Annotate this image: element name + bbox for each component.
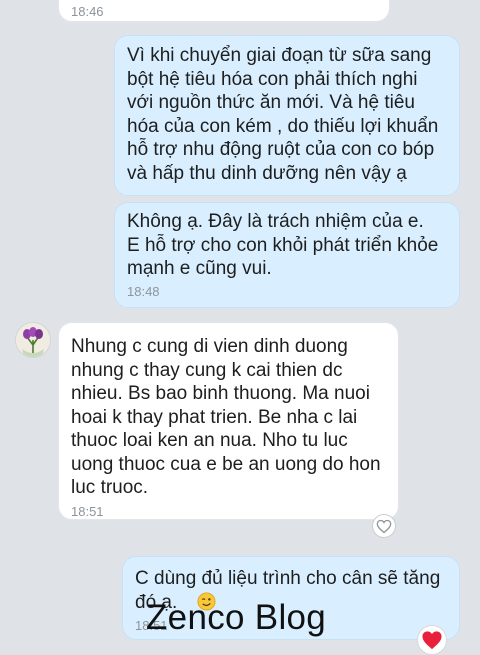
message-bubble-outgoing[interactable]: Không ạ. Đây là trách nhiệm của e. E hỗ … xyxy=(114,202,460,308)
message-text-wrap: C dùng đủ liệu trình cho cân sẽ tăng đó … xyxy=(135,567,447,614)
flower-avatar-icon xyxy=(16,323,50,357)
message-time: 18:48 xyxy=(127,283,160,299)
message-text: Không ạ. Đây là trách nhiệm của e. E hỗ … xyxy=(127,211,439,279)
message-bubble-outgoing[interactable]: C dùng đủ liệu trình cho cân sẽ tăng đó … xyxy=(122,556,460,640)
message-time: 18:46 xyxy=(71,4,104,19)
message-text: Vì khi chuyển giai đoạn từ sữa sang bột … xyxy=(127,45,439,184)
message-bubble-outgoing[interactable]: Vì khi chuyển giai đoạn từ sữa sang bột … xyxy=(114,35,460,196)
heart-icon xyxy=(422,631,442,650)
contact-avatar[interactable] xyxy=(15,322,51,358)
wink-emoji-icon xyxy=(197,592,216,611)
message-bubble-incoming[interactable]: 18:46 xyxy=(58,0,390,22)
reaction-button[interactable] xyxy=(417,625,447,655)
heart-outline-icon xyxy=(376,519,392,533)
message-bubble-incoming[interactable]: Nhung c cung di vien dinh duong nhung c … xyxy=(58,322,399,520)
message-text: C dùng đủ liệu trình cho cân sẽ tăng đó … xyxy=(135,568,441,613)
message-time: 18:51 xyxy=(135,618,168,633)
message-time: 18:51 xyxy=(71,503,104,519)
message-text: Nhung c cung di vien dinh duong nhung c … xyxy=(71,336,381,498)
reaction-button[interactable] xyxy=(372,514,396,538)
